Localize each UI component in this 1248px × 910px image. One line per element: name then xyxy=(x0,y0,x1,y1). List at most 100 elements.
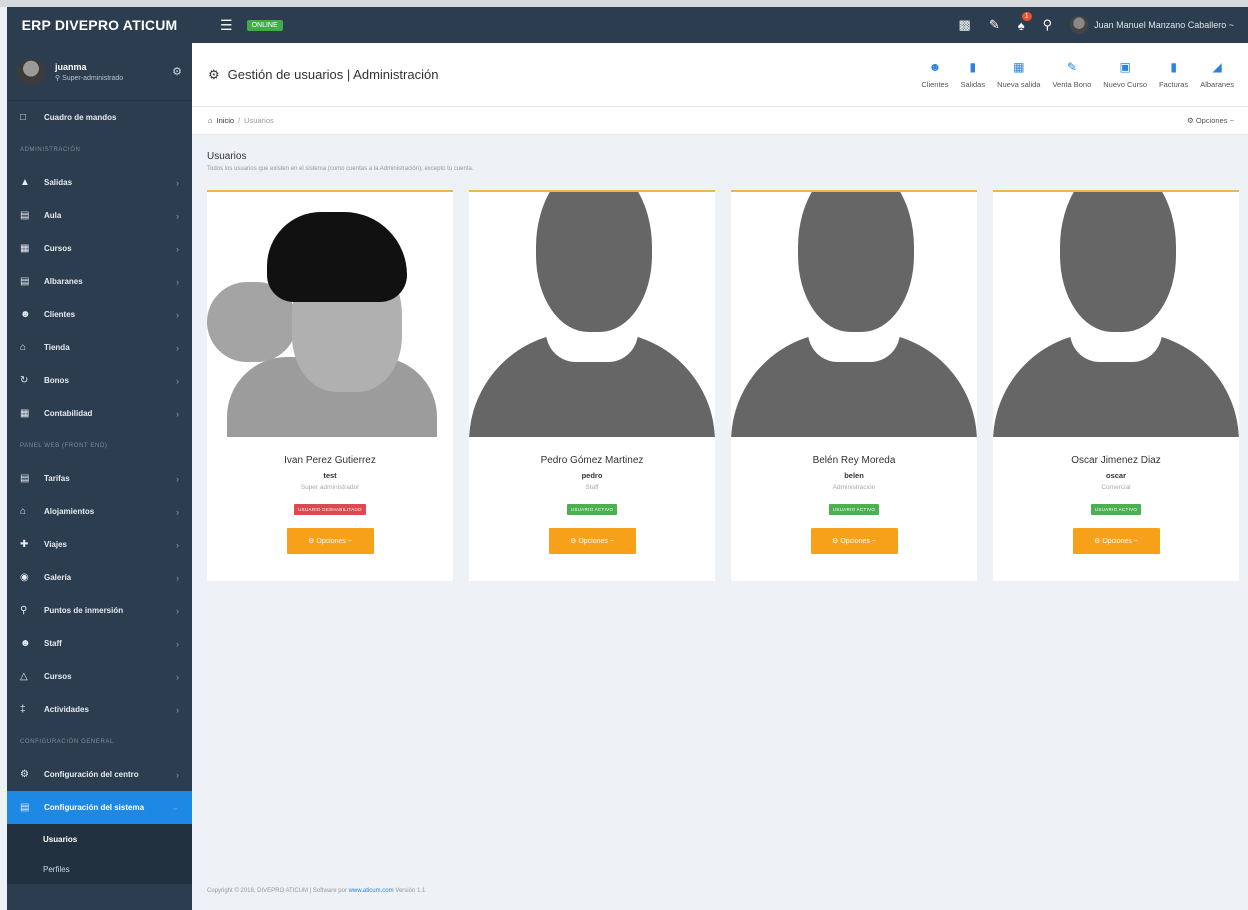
sidebar-subitem-usuarios[interactable]: Usuarios xyxy=(7,824,192,854)
options-button[interactable]: ⚙ Opciones ~ xyxy=(286,528,374,554)
breadcrumb: ⌂ Inicio / Usuarios xyxy=(208,116,274,125)
sidebar-item-clientes[interactable]: ☻ Clientes › xyxy=(7,298,192,331)
options-dropdown[interactable]: ⚙ Opciones ~ xyxy=(1187,116,1234,125)
sidebar-item-dashboard[interactable]: □ Cuadro de mandos xyxy=(7,101,192,134)
book-icon: ▮ xyxy=(969,60,977,74)
user-login: test xyxy=(323,471,337,480)
sidebar-item-configuracion-sistema[interactable]: ▤ Configuración del sistema ⌄ xyxy=(7,791,192,824)
user-card: Oscar Jimenez Diaz oscar Comercial USUAR… xyxy=(993,190,1239,581)
online-badge: ONLINE xyxy=(246,19,283,31)
options-button[interactable]: ⚙ Opciones ~ xyxy=(810,528,898,554)
bell-icon[interactable]: ♠ 1 xyxy=(1018,11,1032,33)
sidebar-item-galeria[interactable]: ◉ Galería › xyxy=(7,561,192,594)
sidebar-item-puntos-inmersion[interactable]: ⚲ Puntos de inmersión › xyxy=(7,594,192,627)
chevron-right-icon: › xyxy=(176,309,179,320)
breadcrumb-bar: ⌂ Inicio / Usuarios ⚙ Opciones ~ xyxy=(192,107,1248,135)
tag-icon: ▤ xyxy=(20,473,30,484)
edit-icon[interactable]: ✎ xyxy=(989,17,1000,33)
sidebar-item-cursos-web[interactable]: △ Cursos › xyxy=(7,660,192,693)
user-login: belen xyxy=(844,471,864,480)
chevron-right-icon: › xyxy=(176,539,179,550)
users-icon: ☻ xyxy=(928,60,942,74)
sidebar-item-salidas[interactable]: ▲ Salidas › xyxy=(7,166,192,199)
chevron-right-icon: › xyxy=(176,605,179,616)
profile-avatar[interactable] xyxy=(17,57,45,86)
chevron-right-icon: › xyxy=(176,671,179,682)
classroom-icon: ▤ xyxy=(20,210,30,221)
user-card: Ivan Perez Gutierrez test Super administ… xyxy=(207,190,453,581)
status-badge: USUARIO DESHABILITADO xyxy=(294,504,366,515)
chevron-right-icon: › xyxy=(176,342,179,353)
footer: Copyright © 2018, DIVEPRO ATICUM | Softw… xyxy=(207,888,425,894)
settings-circle-icon: ⚙ xyxy=(208,66,220,82)
chat-icon[interactable]: ⚲ xyxy=(1043,17,1053,33)
page-title: ⚙ Gestión de usuarios | Administración xyxy=(208,67,438,83)
user-photo xyxy=(207,192,453,437)
sidebar-item-albaranes[interactable]: ▤ Albaranes › xyxy=(7,265,192,298)
menu-toggle-icon[interactable]: ☰ xyxy=(220,17,233,34)
quick-action-label: Nueva salida xyxy=(997,80,1041,89)
calendar-icon[interactable]: ▩ xyxy=(959,17,971,33)
options-button[interactable]: ⚙ Opciones ~ xyxy=(548,528,636,554)
sidebar-item-label: Clientes xyxy=(44,310,76,319)
sidebar-item-label: Cursos xyxy=(44,672,72,681)
sidebar-item-tarifas[interactable]: ▤ Tarifas › xyxy=(7,462,192,495)
chevron-right-icon: › xyxy=(176,375,179,386)
sidebar-item-alojamientos[interactable]: ⌂ Alojamientos › xyxy=(7,495,192,528)
chevron-right-icon: › xyxy=(176,506,179,517)
sidebar-item-label: Actividades xyxy=(44,705,89,714)
sidebar-item-bonos[interactable]: ↻ Bonos › xyxy=(7,364,192,397)
document-icon: ▤ xyxy=(20,276,30,287)
gear-icon[interactable]: ⚙ xyxy=(172,65,182,78)
page-header: ⚙ Gestión de usuarios | Administración ☻… xyxy=(192,43,1248,107)
profile-role: ⚲ Super-administrado xyxy=(55,74,124,82)
sidebar-item-actividades[interactable]: ‡ Actividades › xyxy=(7,693,192,726)
graduation-icon: △ xyxy=(20,671,28,682)
sidebar-item-cursos[interactable]: ▦ Cursos › xyxy=(7,232,192,265)
profile-role-text: Super-administrado xyxy=(62,74,124,82)
refresh-icon: ↻ xyxy=(20,375,29,386)
user-login: pedro xyxy=(581,471,603,480)
quick-action-clientes[interactable]: ☻ Clientes xyxy=(921,60,948,89)
user-card: Pedro Gómez Martinez pedro Staff USUARIO… xyxy=(469,190,715,581)
options-button[interactable]: ⚙ Opciones ~ xyxy=(1072,528,1160,554)
quick-action-nuevo-curso[interactable]: ▣ Nuevo Curso xyxy=(1103,60,1147,89)
sidebar-item-staff[interactable]: ☻ Staff › xyxy=(7,627,192,660)
avatar xyxy=(1070,16,1089,34)
home-icon: ⌂ xyxy=(208,116,213,125)
user-name: Ivan Perez Gutierrez xyxy=(284,455,376,466)
quick-action-label: Nuevo Curso xyxy=(1103,80,1148,89)
sidebar-subitem-perfiles[interactable]: Perfiles xyxy=(7,854,192,884)
quick-action-venta-bono[interactable]: ✎ Venta Bono xyxy=(1052,60,1091,89)
user-menu[interactable]: Juan Manuel Manzano Caballero ~ xyxy=(1070,16,1234,34)
options-button-label: Opciones ~ xyxy=(840,538,876,545)
quick-action-facturas[interactable]: ▮ Facturas xyxy=(1159,60,1188,89)
sidebar-item-viajes[interactable]: ✚ Viajes › xyxy=(7,528,192,561)
user-role: Comercial xyxy=(1101,484,1131,491)
user-placeholder-avatar xyxy=(469,192,715,437)
sidebar-item-aula[interactable]: ▤ Aula › xyxy=(7,199,192,232)
quick-action-label: Albaranes xyxy=(1200,80,1234,89)
chevron-right-icon: › xyxy=(176,473,179,484)
map-marker-icon: ⚲ xyxy=(20,605,28,616)
chevron-right-icon: › xyxy=(176,243,179,254)
chevron-right-icon: › xyxy=(176,210,179,221)
sidebar-item-label: Bonos xyxy=(44,376,69,385)
activity-icon: ‡ xyxy=(20,704,26,715)
breadcrumb-home[interactable]: Inicio xyxy=(217,116,235,125)
sidebar-item-label: Cuadro de mandos xyxy=(44,113,117,122)
sidebar-item-contabilidad[interactable]: ▦ Contabilidad › xyxy=(7,397,192,430)
brand-logo[interactable]: ERP DIVEPRO ATICUM xyxy=(7,17,192,33)
settings-icon: ⚙ xyxy=(20,769,29,780)
user-name: Juan Manuel Manzano Caballero ~ xyxy=(1094,20,1234,30)
top-header: ERP DIVEPRO ATICUM ☰ ONLINE ▩ ✎ ♠ 1 ⚲ Jua… xyxy=(7,7,1248,43)
sidebar-item-configuracion-centro[interactable]: ⚙ Configuración del centro › xyxy=(7,758,192,791)
quick-action-salidas[interactable]: ▮ Salidas xyxy=(960,60,985,89)
footer-link[interactable]: www.aticum.com xyxy=(349,888,394,894)
sidebar-item-tienda[interactable]: ⌂ Tienda › xyxy=(7,331,192,364)
quick-action-albaranes[interactable]: ◢ Albaranes xyxy=(1200,60,1234,89)
sidebar-item-label: Tienda xyxy=(44,343,70,352)
options-button-label: Opciones ~ xyxy=(578,538,614,545)
calendar-plus-icon: ▦ xyxy=(1013,60,1025,74)
quick-action-nueva-salida[interactable]: ▦ Nueva salida xyxy=(997,60,1040,89)
